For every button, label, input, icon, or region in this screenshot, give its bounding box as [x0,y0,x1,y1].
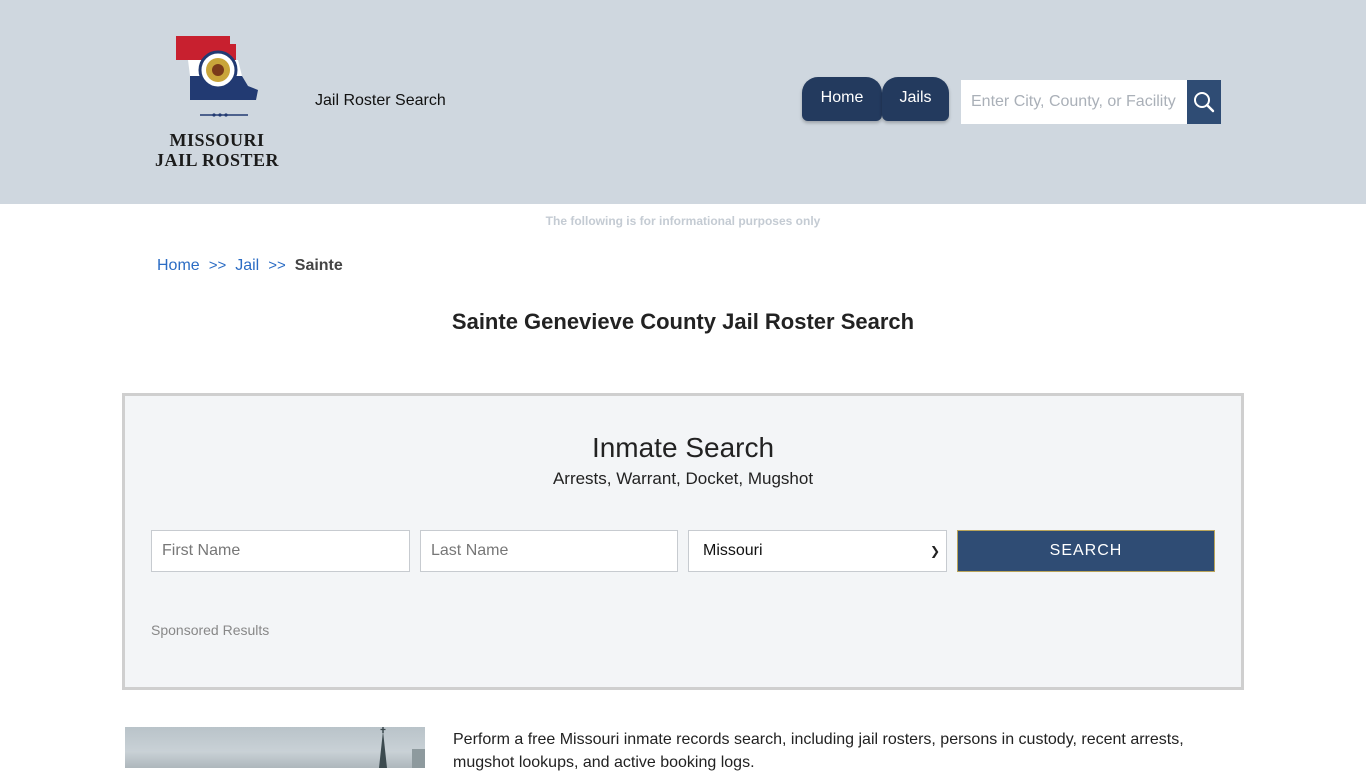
county-photo [125,727,425,768]
logo-text: MISSOURI JAIL ROSTER [150,130,284,170]
site-header: MISSOURI JAIL ROSTER Jail Roster Search … [0,0,1366,204]
state-select[interactable]: Missouri ❯ [688,530,947,572]
breadcrumb-home-link[interactable]: Home [157,257,200,274]
search-icon [1194,92,1215,113]
disclaimer-text: The following is for informational purpo… [545,214,821,228]
breadcrumb-separator: >> [208,257,227,274]
inmate-search-subtitle: Arrests, Warrant, Docket, Mugshot [552,469,814,488]
logo-line-2: JAIL ROSTER [154,150,280,170]
inmate-search-panel: Inmate Search Arrests, Warrant, Docket, … [122,393,1244,690]
breadcrumb: Home >> Jail >> Sainte [157,257,343,275]
missouri-state-logo-icon [176,36,258,117]
facility-search [961,80,1221,124]
nav-jails-button[interactable]: Jails [882,77,949,121]
facility-search-button[interactable] [1187,80,1221,124]
nav-home-button[interactable]: Home [802,77,882,121]
sponsored-results-label: Sponsored Results [151,622,270,638]
page-title: Sainte Genevieve County Jail Roster Sear… [451,309,915,334]
breadcrumb-current: Sainte [294,257,343,274]
inmate-search-button[interactable]: SEARCH [957,530,1215,572]
chevron-down-icon: ❯ [929,544,940,558]
church-steeple-image [379,727,425,768]
site-tagline: Jail Roster Search [315,92,446,109]
last-name-input[interactable] [420,530,678,572]
facility-search-input[interactable] [961,80,1187,124]
site-logo[interactable]: MISSOURI JAIL ROSTER [150,30,284,172]
breadcrumb-jail-link[interactable]: Jail [235,257,259,274]
intro-paragraph: Perform a free Missouri inmate records s… [453,731,1184,771]
breadcrumb-separator: >> [268,257,286,274]
state-select-value: Missouri [703,542,763,559]
logo-line-1: MISSOURI [169,130,265,150]
first-name-input[interactable] [151,530,410,572]
inmate-search-title: Inmate Search [591,432,775,463]
